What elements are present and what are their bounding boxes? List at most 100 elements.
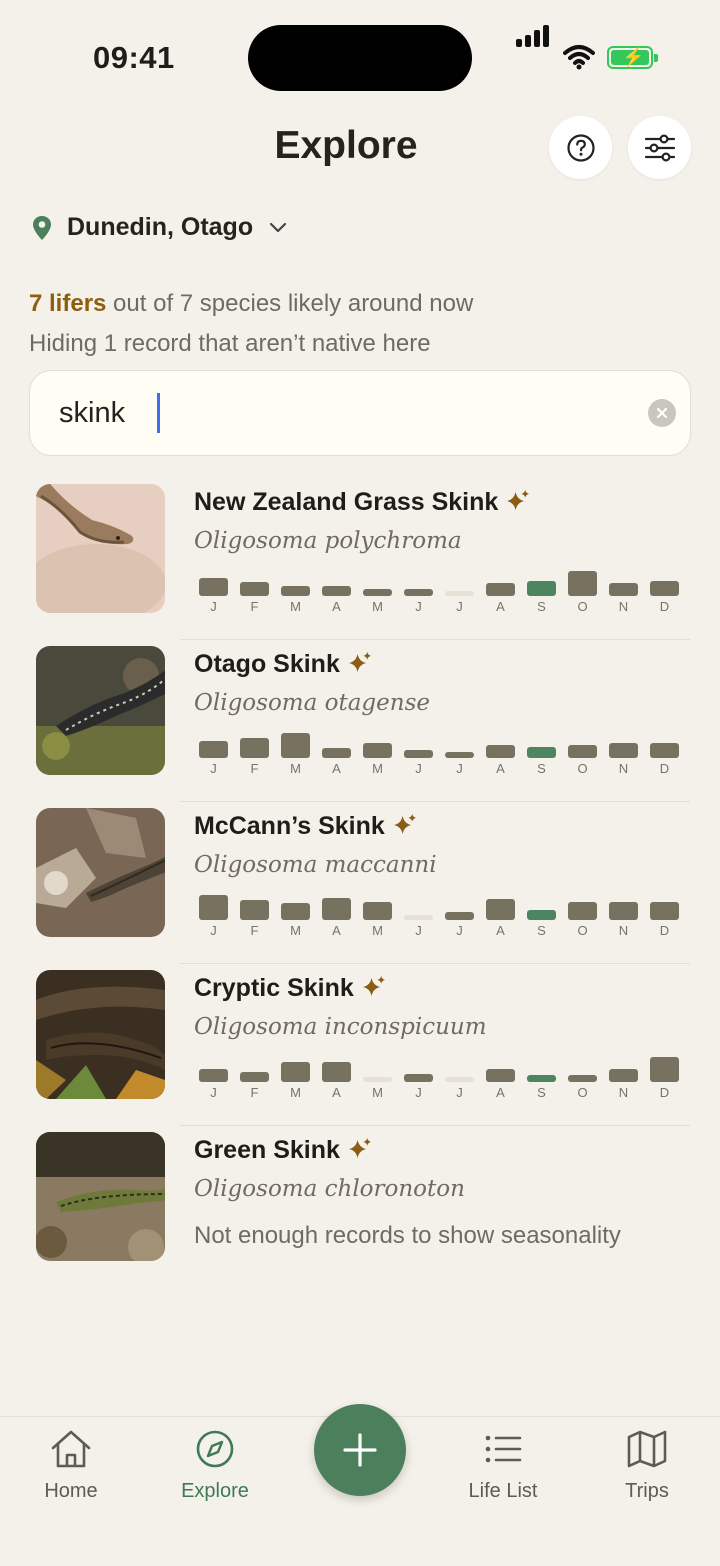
season-bar-a-8: [486, 745, 515, 758]
season-bar-a-4: [322, 748, 351, 758]
dynamic-island: [248, 25, 472, 91]
season-bar-n-11: [609, 902, 638, 920]
species-photo: [36, 970, 165, 1099]
species-photo: [36, 646, 165, 775]
location-label: Dunedin, Otago: [67, 213, 254, 241]
season-bar-a-8: [486, 899, 515, 920]
month-label: J: [210, 1085, 217, 1100]
month-label: J: [456, 599, 463, 614]
month-labels: JFMAMJJASOND: [199, 599, 680, 615]
season-bar-j-1: [199, 1069, 228, 1082]
season-bar-o-10: [568, 902, 597, 920]
month-label: M: [372, 923, 383, 938]
month-label: N: [618, 923, 629, 938]
month-label: A: [332, 923, 341, 938]
month-label: J: [415, 1085, 422, 1100]
home-icon: [51, 1430, 91, 1468]
species-row[interactable]: Green Skink Oligosoma chloronoton Not en…: [0, 1126, 720, 1288]
month-label: D: [659, 923, 670, 938]
month-label: F: [250, 923, 259, 938]
species-row[interactable]: New Zealand Grass Skink Oligosoma polych…: [0, 478, 720, 640]
clear-search-button[interactable]: [648, 399, 676, 427]
seasonality-chart: [199, 728, 680, 758]
species-row[interactable]: McCann’s Skink Oligosoma maccanni J F M A M J…: [0, 802, 720, 964]
month-label: N: [618, 599, 629, 614]
species-row[interactable]: Cryptic Skink Oligosoma inconspicuum J F M…: [0, 964, 720, 1126]
battery-charging-icon: ⚡: [607, 46, 658, 69]
month-label: J: [210, 761, 217, 776]
month-label: J: [456, 1085, 463, 1100]
season-bar-d-12: [650, 743, 679, 758]
season-bar-f-2: [240, 582, 269, 596]
species-name: Cryptic Skink: [194, 974, 387, 1003]
filter-button[interactable]: [628, 116, 691, 179]
species-photo: [36, 808, 165, 937]
month-labels: JFMAMJJASOND: [199, 761, 680, 777]
season-bar-j-6: [404, 589, 433, 596]
season-bar-s-9: [527, 747, 556, 758]
summary-text: 7 lifers out of 7 species likely around …: [29, 284, 473, 364]
search-field[interactable]: skink: [29, 370, 691, 456]
list-icon: [485, 1435, 522, 1463]
month-label: F: [250, 599, 259, 614]
species-photo: [36, 1132, 165, 1261]
month-label: M: [290, 761, 301, 776]
season-bar-m-3: [281, 733, 310, 758]
month-labels: JFMAMJJASOND: [199, 923, 680, 939]
species-photo: [36, 484, 165, 613]
question-circle-icon: [566, 133, 595, 162]
season-bar-j-1: [199, 741, 228, 758]
add-sighting-button[interactable]: [314, 1404, 406, 1496]
tab-label: Home: [44, 1480, 98, 1502]
season-bar-m-5: [363, 589, 392, 596]
species-name: New Zealand Grass Skink: [194, 488, 531, 517]
tab-trips[interactable]: Trips: [587, 1429, 707, 1503]
lifers-count: 7 lifers: [29, 290, 107, 317]
season-bar-d-12: [650, 1057, 679, 1082]
season-bar-a-4: [322, 898, 351, 920]
tab-explore[interactable]: Explore: [155, 1429, 275, 1503]
species-row[interactable]: Otago Skink Oligosoma otagense J F M A M J J A S…: [0, 640, 720, 802]
search-input[interactable]: skink: [59, 397, 125, 430]
month-label: S: [537, 761, 546, 776]
month-label: F: [250, 1085, 259, 1100]
wifi-icon: [563, 45, 595, 70]
season-bar-a-8: [486, 583, 515, 596]
compass-icon: [196, 1430, 234, 1468]
month-label: J: [456, 923, 463, 938]
species-name: McCann’s Skink: [194, 812, 418, 841]
help-button[interactable]: [549, 116, 612, 179]
location-selector[interactable]: Dunedin, Otago: [32, 213, 287, 242]
tab-home[interactable]: Home: [11, 1429, 131, 1503]
month-label: N: [618, 1085, 629, 1100]
season-bar-o-10: [568, 571, 597, 596]
season-bar-n-11: [609, 743, 638, 758]
month-label: S: [537, 923, 546, 938]
month-label: A: [496, 599, 505, 614]
tab-life-list[interactable]: Life List: [443, 1429, 563, 1503]
seasonality-note: Not enough records to show seasonality: [194, 1222, 621, 1249]
month-label: M: [290, 923, 301, 938]
month-label: M: [372, 599, 383, 614]
month-label: N: [618, 761, 629, 776]
season-bar-o-10: [568, 745, 597, 758]
hidden-records-text: Hiding 1 record that aren’t native here: [29, 330, 431, 357]
season-bar-f-2: [240, 1072, 269, 1082]
map-pin-icon: [33, 215, 51, 240]
sparkle-icon: [362, 975, 385, 997]
month-labels: JFMAMJJASOND: [199, 1085, 680, 1101]
season-bar-n-11: [609, 583, 638, 596]
sparkle-icon: [348, 651, 371, 673]
season-bar-a-4: [322, 586, 351, 596]
scientific-name: Oligosoma otagense: [194, 690, 430, 716]
month-label: D: [659, 599, 670, 614]
text-cursor: [157, 393, 160, 433]
season-bar-j-7: [445, 752, 474, 758]
season-bar-j-6: [404, 1074, 433, 1082]
season-bar-n-11: [609, 1069, 638, 1082]
status-bar: 09:41 ⚡: [0, 0, 720, 110]
sparkle-icon: [348, 1137, 371, 1159]
season-bar-j-6: [404, 915, 433, 920]
season-bar-m-3: [281, 903, 310, 920]
seasonality-chart: [199, 566, 680, 596]
